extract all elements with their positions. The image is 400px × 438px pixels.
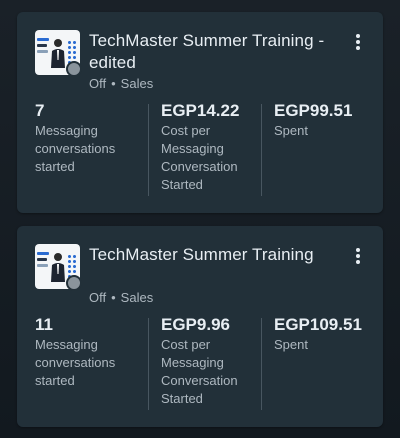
more-vertical-icon[interactable] <box>355 34 361 50</box>
metric-value: EGP109.51 <box>274 315 362 334</box>
off-status-dot <box>66 275 82 291</box>
metric-cost-per-conversation: EGP14.22 Cost per Messaging Conversation… <box>148 101 252 196</box>
campaign-status: Off <box>89 76 107 91</box>
metric-conversations: 11 Messaging conversations started <box>35 316 139 412</box>
subtitle-separator: • <box>111 76 116 91</box>
metric-spent: EGP99.51 Spent <box>261 101 371 196</box>
person-icon <box>51 253 65 282</box>
campaign-subtitle: Off • Sales <box>89 290 153 306</box>
campaign-status: Off <box>89 290 107 305</box>
metric-spent: EGP109.51 Spent <box>261 315 371 410</box>
metric-value: 11 <box>35 315 53 334</box>
off-status-dot <box>66 61 82 77</box>
campaign-metrics: 7 Messaging conversations started EGP14.… <box>35 102 371 198</box>
metric-cost-per-conversation: EGP9.96 Cost per Messaging Conversation … <box>148 315 252 410</box>
metric-label: Cost per Messaging Conversation Started <box>161 337 238 406</box>
thumbnail-text-bar <box>37 264 48 267</box>
campaign-objective: Sales <box>120 290 154 305</box>
campaign-title[interactable]: TechMaster Summer Training <box>89 244 339 266</box>
campaign-list: TechMaster Summer Training - edited Off •… <box>0 0 400 438</box>
metric-label: Messaging conversations started <box>35 337 116 388</box>
campaign-metrics: 11 Messaging conversations started EGP9.… <box>35 316 371 412</box>
metric-label: Spent <box>274 123 308 138</box>
campaign-card[interactable]: TechMaster Summer Training - edited Off •… <box>17 12 383 213</box>
metric-label: Messaging conversations started <box>35 123 116 174</box>
thumbnail-heading-bar <box>37 38 49 41</box>
subtitle-separator: • <box>111 290 116 305</box>
person-icon <box>51 39 65 68</box>
thumbnail-heading-bar <box>37 252 49 255</box>
campaign-subtitle: Off • Sales <box>89 76 153 92</box>
more-vertical-icon[interactable] <box>355 248 361 264</box>
metric-value: EGP99.51 <box>274 101 353 120</box>
metric-conversations: 7 Messaging conversations started <box>35 102 139 198</box>
campaign-objective: Sales <box>120 76 154 91</box>
thumbnail-text-bar <box>37 258 47 261</box>
campaign-title[interactable]: TechMaster Summer Training - edited <box>89 30 339 74</box>
metric-value: 7 <box>35 101 45 120</box>
metric-value: EGP9.96 <box>161 315 230 334</box>
metric-label: Spent <box>274 337 308 352</box>
thumbnail-text-bar <box>37 50 48 53</box>
thumbnail-text-bar <box>37 44 47 47</box>
metric-label: Cost per Messaging Conversation Started <box>161 123 238 192</box>
metric-value: EGP14.22 <box>161 101 240 120</box>
campaign-card[interactable]: TechMaster Summer Training Off • Sales 11 … <box>17 226 383 427</box>
